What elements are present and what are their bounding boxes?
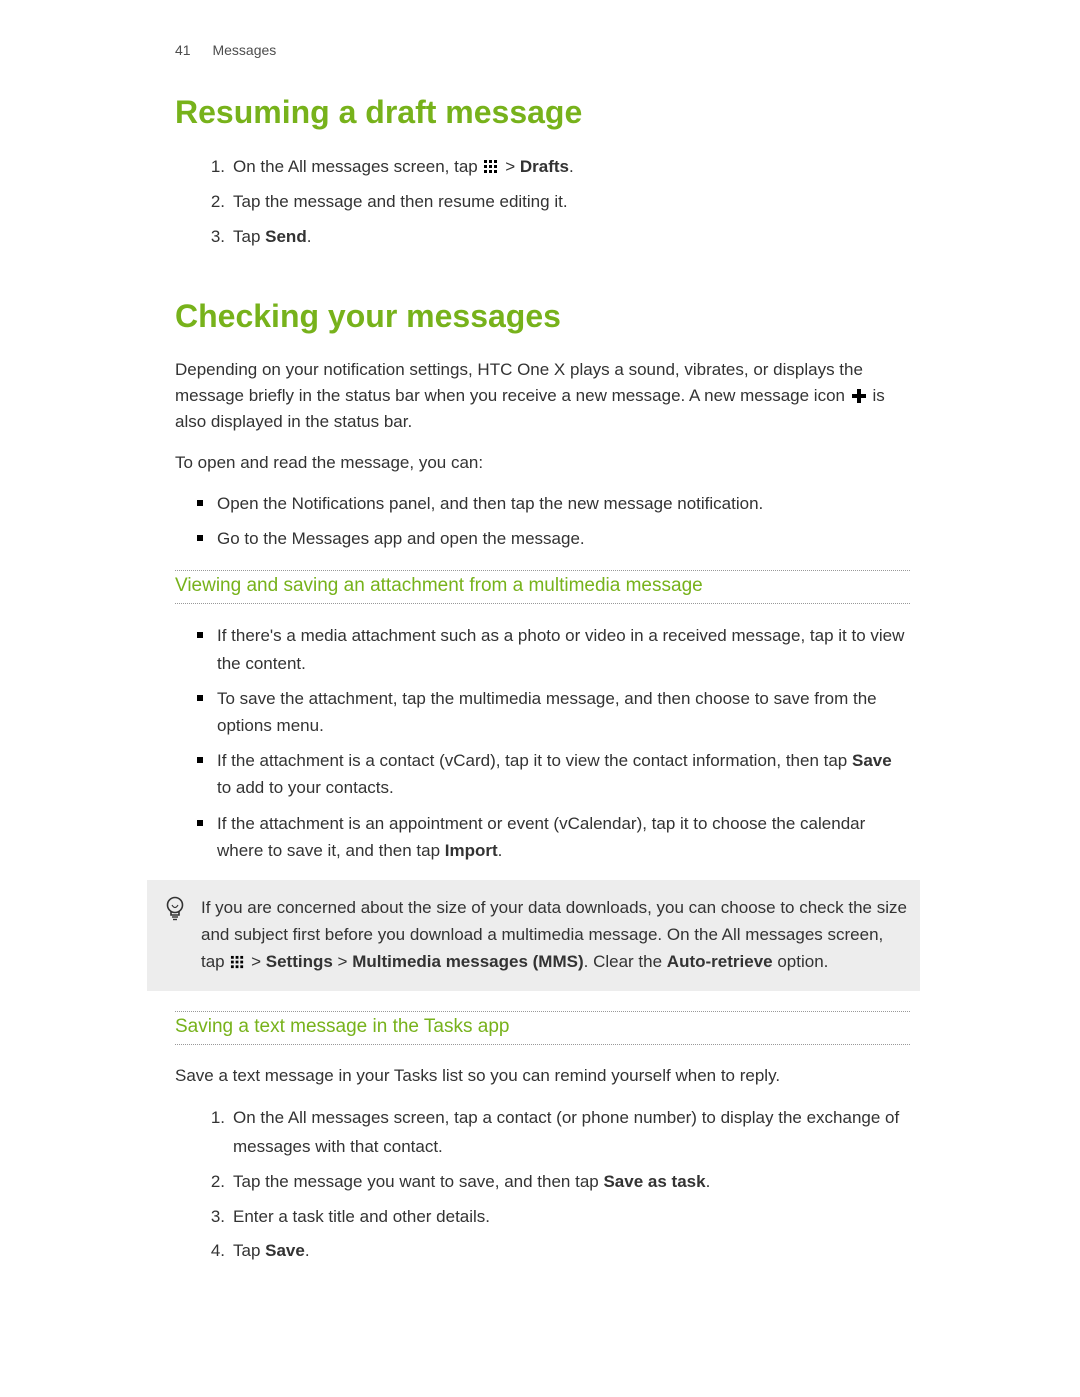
step-3: 3. Enter a task title and other details. bbox=[197, 1203, 910, 1232]
page-header: 41 Messages bbox=[175, 42, 910, 58]
menu-icon bbox=[230, 955, 245, 970]
tip-text: If you are concerned about the size of y… bbox=[201, 894, 908, 976]
subhead-viewing-attachment: Viewing and saving an attachment from a … bbox=[175, 570, 910, 604]
list-item: If the attachment is an appointment or e… bbox=[197, 810, 910, 864]
paragraph-save-task-intro: Save a text message in your Tasks list s… bbox=[175, 1063, 910, 1089]
bullets-open-read: Open the Notifications panel, and then t… bbox=[197, 490, 910, 552]
list-item: To save the attachment, tap the multimed… bbox=[197, 685, 910, 739]
heading-checking-messages: Checking your messages bbox=[175, 298, 910, 335]
chapter-title: Messages bbox=[212, 42, 276, 58]
paragraph-intro: Depending on your notification settings,… bbox=[175, 357, 910, 436]
step-2: 2. Tap the message and then resume editi… bbox=[197, 188, 910, 217]
list-item: Open the Notifications panel, and then t… bbox=[197, 490, 910, 517]
document-page: 41 Messages Resuming a draft message 1. … bbox=[0, 0, 1080, 1397]
steps-resuming-draft: 1. On the All messages screen, tap > Dra… bbox=[197, 153, 910, 252]
steps-save-task: 1. On the All messages screen, tap a con… bbox=[197, 1104, 910, 1266]
list-item: If the attachment is a contact (vCard), … bbox=[197, 747, 910, 801]
step-3: 3. Tap Send. bbox=[197, 223, 910, 252]
step-4: 4. Tap Save. bbox=[197, 1237, 910, 1266]
step-1: 1. On the All messages screen, tap > Dra… bbox=[197, 153, 910, 182]
step-2: 2. Tap the message you want to save, and… bbox=[197, 1168, 910, 1197]
paragraph-to-open: To open and read the message, you can: bbox=[175, 450, 910, 476]
heading-resuming-draft: Resuming a draft message bbox=[175, 94, 910, 131]
bullets-attachment: If there's a media attachment such as a … bbox=[197, 622, 910, 864]
subhead-saving-task: Saving a text message in the Tasks app bbox=[175, 1011, 910, 1045]
plus-icon bbox=[851, 388, 867, 404]
step-1: 1. On the All messages screen, tap a con… bbox=[197, 1104, 910, 1162]
lightbulb-icon bbox=[161, 896, 189, 922]
list-item: Go to the Messages app and open the mess… bbox=[197, 525, 910, 552]
list-item: If there's a media attachment such as a … bbox=[197, 622, 910, 676]
tip-box: If you are concerned about the size of y… bbox=[147, 880, 920, 992]
page-number: 41 bbox=[175, 42, 191, 58]
menu-icon bbox=[483, 159, 499, 175]
